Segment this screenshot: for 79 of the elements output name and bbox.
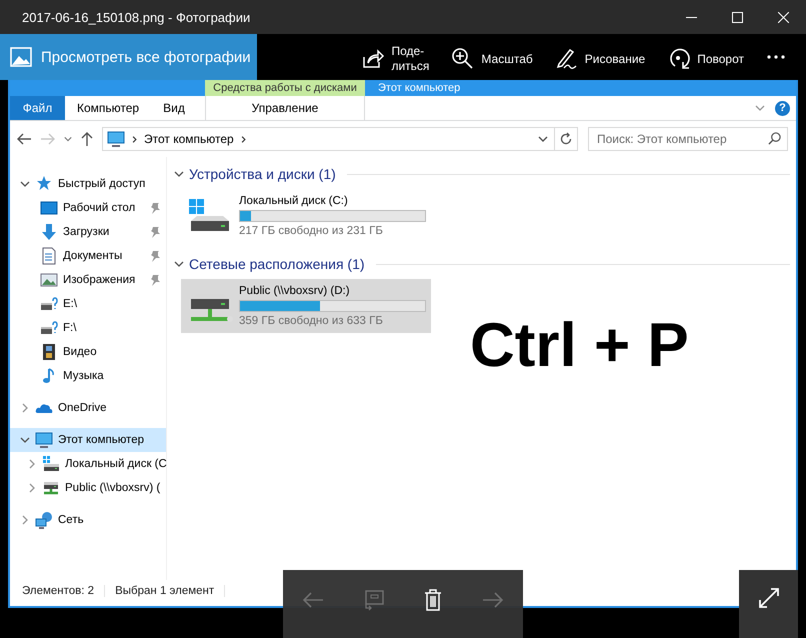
pen-icon [554, 47, 579, 71]
draw-button[interactable]: Рисование [554, 43, 646, 71]
drive-icon [42, 455, 60, 473]
tree-item[interactable]: Локальный диск (C [10, 452, 166, 476]
pin-icon[interactable] [150, 274, 160, 286]
rotate-button[interactable]: Поворот [667, 43, 744, 71]
free-space-text: 217 ГБ свободно из 231 ГБ [239, 225, 384, 237]
chevron-icon[interactable] [240, 136, 247, 142]
search-icon [768, 132, 781, 145]
drive-name: Локальный диск (C:) [239, 195, 349, 207]
more-icon[interactable] [766, 54, 786, 60]
chevron-icon[interactable] [20, 179, 30, 189]
window-title: Этот компьютер [378, 81, 460, 96]
refresh-icon[interactable] [559, 132, 573, 146]
fullscreen-button[interactable] [739, 570, 798, 638]
drive-tile[interactable]: Public (\\vboxsrv) (D:) 359 ГБ свободно из 633 ГБ [181, 279, 431, 333]
status-text: Выбран 1 элемент [105, 585, 226, 597]
picture-icon [10, 46, 32, 68]
share-icon [361, 47, 386, 71]
tree-item[interactable]: Этот компьютер [10, 428, 166, 452]
back-arrow-icon[interactable] [16, 131, 32, 147]
chevron-icon[interactable] [131, 136, 138, 142]
ribbon-context-label: Средства работы с дисками [205, 80, 365, 96]
overlay-caption: Ctrl + P [470, 310, 689, 381]
tree-item[interactable]: Рабочий стол [10, 196, 166, 220]
tree-item[interactable]: Видео [10, 340, 166, 364]
tree-item[interactable]: F:\ [10, 316, 166, 340]
pin-icon[interactable] [150, 202, 160, 214]
pin-icon[interactable] [150, 250, 160, 262]
window-title: 2017-06-16_150108.png - Фотографии [21, 10, 252, 24]
close-icon [778, 12, 788, 22]
breadcrumb[interactable]: Этот компьютер [144, 132, 234, 146]
tree-item[interactable]: Public (\\vboxsrv) ( [10, 476, 166, 500]
monitor-icon [107, 130, 125, 148]
expand-arrows-icon [756, 586, 780, 610]
zoom-icon [451, 47, 476, 71]
pin-icon[interactable] [150, 226, 160, 238]
share-button[interactable]: Поде- литься [361, 40, 430, 74]
address-bar[interactable]: Этот компьютер [102, 127, 578, 151]
tree-item[interactable]: Документы [10, 244, 166, 268]
group-heading: Устройства и диски (1) [189, 166, 336, 182]
film-icon [40, 343, 58, 361]
network-drive-icon [42, 479, 60, 497]
zoom-button[interactable]: Масштаб [451, 43, 533, 71]
network-icon [35, 511, 53, 529]
picture-icon [40, 271, 58, 289]
chevron-icon[interactable] [174, 169, 184, 179]
tree-item[interactable]: Изображения [10, 268, 166, 292]
ribbon-tab[interactable]: Управление [205, 96, 365, 120]
maximize-icon [732, 12, 742, 22]
help-button[interactable]: ? [775, 100, 790, 116]
screen-icon [40, 199, 58, 217]
tree-item[interactable]: OneDrive [10, 396, 166, 420]
tree-item[interactable]: Быстрый доступ [10, 172, 166, 196]
search-field[interactable]: Поиск: Этот компьютер [588, 127, 788, 151]
status-text: Элементов: 2 [22, 585, 106, 597]
chevron-icon[interactable] [20, 435, 30, 445]
chevron-icon[interactable] [538, 134, 548, 144]
monitor-icon [35, 431, 53, 449]
rotate-icon [667, 47, 692, 71]
drive-icon [40, 319, 58, 337]
tree-item[interactable]: Сеть [10, 508, 166, 532]
ribbon-tab[interactable]: Вид [151, 96, 197, 120]
tree-item[interactable]: Музыка [10, 364, 166, 388]
free-space-text: 359 ГБ свободно из 633 ГБ [239, 315, 384, 327]
group-heading: Сетевые расположения (1) [189, 256, 365, 272]
chevron-icon[interactable] [174, 259, 184, 269]
down-arrow-icon [40, 223, 58, 241]
view-all-photos-button[interactable]: Просмотреть все фотографии [0, 34, 258, 80]
drive-name: Public (\\vboxsrv) (D:) [239, 285, 351, 297]
star-icon [35, 175, 53, 193]
drive-icon [40, 295, 58, 313]
document-icon [40, 247, 58, 265]
ribbon-tab[interactable]: Компьютер [65, 96, 152, 120]
tree-item[interactable]: Загрузки [10, 220, 166, 244]
up-arrow-icon[interactable] [80, 131, 94, 147]
tree-item[interactable]: E:\ [10, 292, 166, 316]
drive-tile[interactable]: Локальный диск (C:) 217 ГБ свободно из 231 ГБ [181, 189, 431, 243]
ribbon-tab[interactable]: Файл [10, 96, 65, 120]
